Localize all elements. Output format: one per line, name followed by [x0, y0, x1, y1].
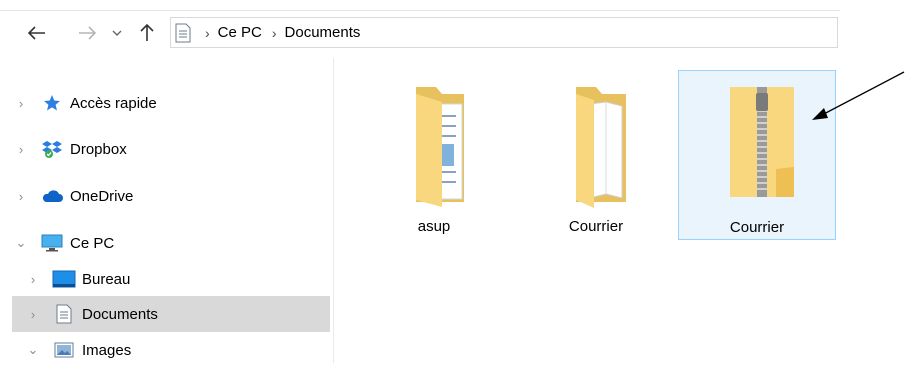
- dropbox-icon: [40, 139, 64, 159]
- file-name: Courrier: [568, 218, 624, 235]
- back-button[interactable]: [26, 22, 48, 44]
- forward-button[interactable]: [76, 22, 98, 44]
- document-icon: [175, 23, 191, 42]
- document-icon: [52, 304, 76, 324]
- image-icon: [52, 340, 76, 360]
- sidebar-item-documents[interactable]: › Documents: [12, 296, 330, 332]
- chevron-down-icon: [112, 30, 122, 36]
- cloud-icon: [40, 186, 64, 206]
- sidebar-item-ce-pc[interactable]: ⌄ Ce PC: [12, 225, 330, 261]
- desktop-icon: [52, 269, 76, 289]
- sidebar-item-dropbox[interactable]: › Dropbox: [12, 131, 330, 167]
- chevron-right-icon[interactable]: ›: [12, 142, 30, 157]
- breadcrumb-separator: ›: [271, 24, 277, 41]
- breadcrumb-documents[interactable]: Documents: [285, 24, 361, 41]
- window-top-edge: [0, 0, 840, 11]
- folder-with-documents-icon: [416, 87, 464, 207]
- chevron-down-icon[interactable]: ⌄: [12, 235, 30, 251]
- arrow-right-icon: [79, 26, 96, 40]
- chevron-right-icon[interactable]: ›: [24, 307, 42, 322]
- computer-icon: [40, 233, 64, 253]
- chevron-right-icon[interactable]: ›: [12, 189, 30, 204]
- chevron-down-icon[interactable]: ⌄: [24, 342, 42, 358]
- arrow-up-icon: [140, 24, 154, 41]
- sidebar-item-bureau[interactable]: › Bureau: [12, 261, 330, 297]
- navigation-pane: › Accès rapide › Dropbox › OneDrive ⌄ Ce…: [0, 58, 334, 363]
- up-button[interactable]: [136, 22, 158, 44]
- arrow-left-icon: [28, 26, 45, 40]
- recent-locations-button[interactable]: [106, 22, 128, 44]
- folder-item-asup[interactable]: asup: [355, 70, 513, 240]
- folder-with-paper-icon: [576, 87, 626, 208]
- breadcrumb-separator: ›: [205, 24, 210, 41]
- address-bar[interactable]: › Ce PC › Documents: [170, 17, 838, 48]
- star-icon: [40, 93, 64, 113]
- folder-item-courrier[interactable]: Courrier: [517, 70, 675, 240]
- chevron-right-icon[interactable]: ›: [12, 96, 30, 111]
- sidebar-item-onedrive[interactable]: › OneDrive: [12, 178, 330, 214]
- chevron-right-icon[interactable]: ›: [24, 272, 42, 287]
- file-name: Courrier: [729, 219, 785, 236]
- annotation-arrow-icon: [812, 71, 905, 120]
- file-name: asup: [417, 218, 451, 235]
- sidebar-item-acces-rapide[interactable]: › Accès rapide: [12, 85, 330, 121]
- zip-folder-icon: [730, 87, 794, 197]
- breadcrumb-ce-pc[interactable]: Ce PC: [218, 24, 262, 41]
